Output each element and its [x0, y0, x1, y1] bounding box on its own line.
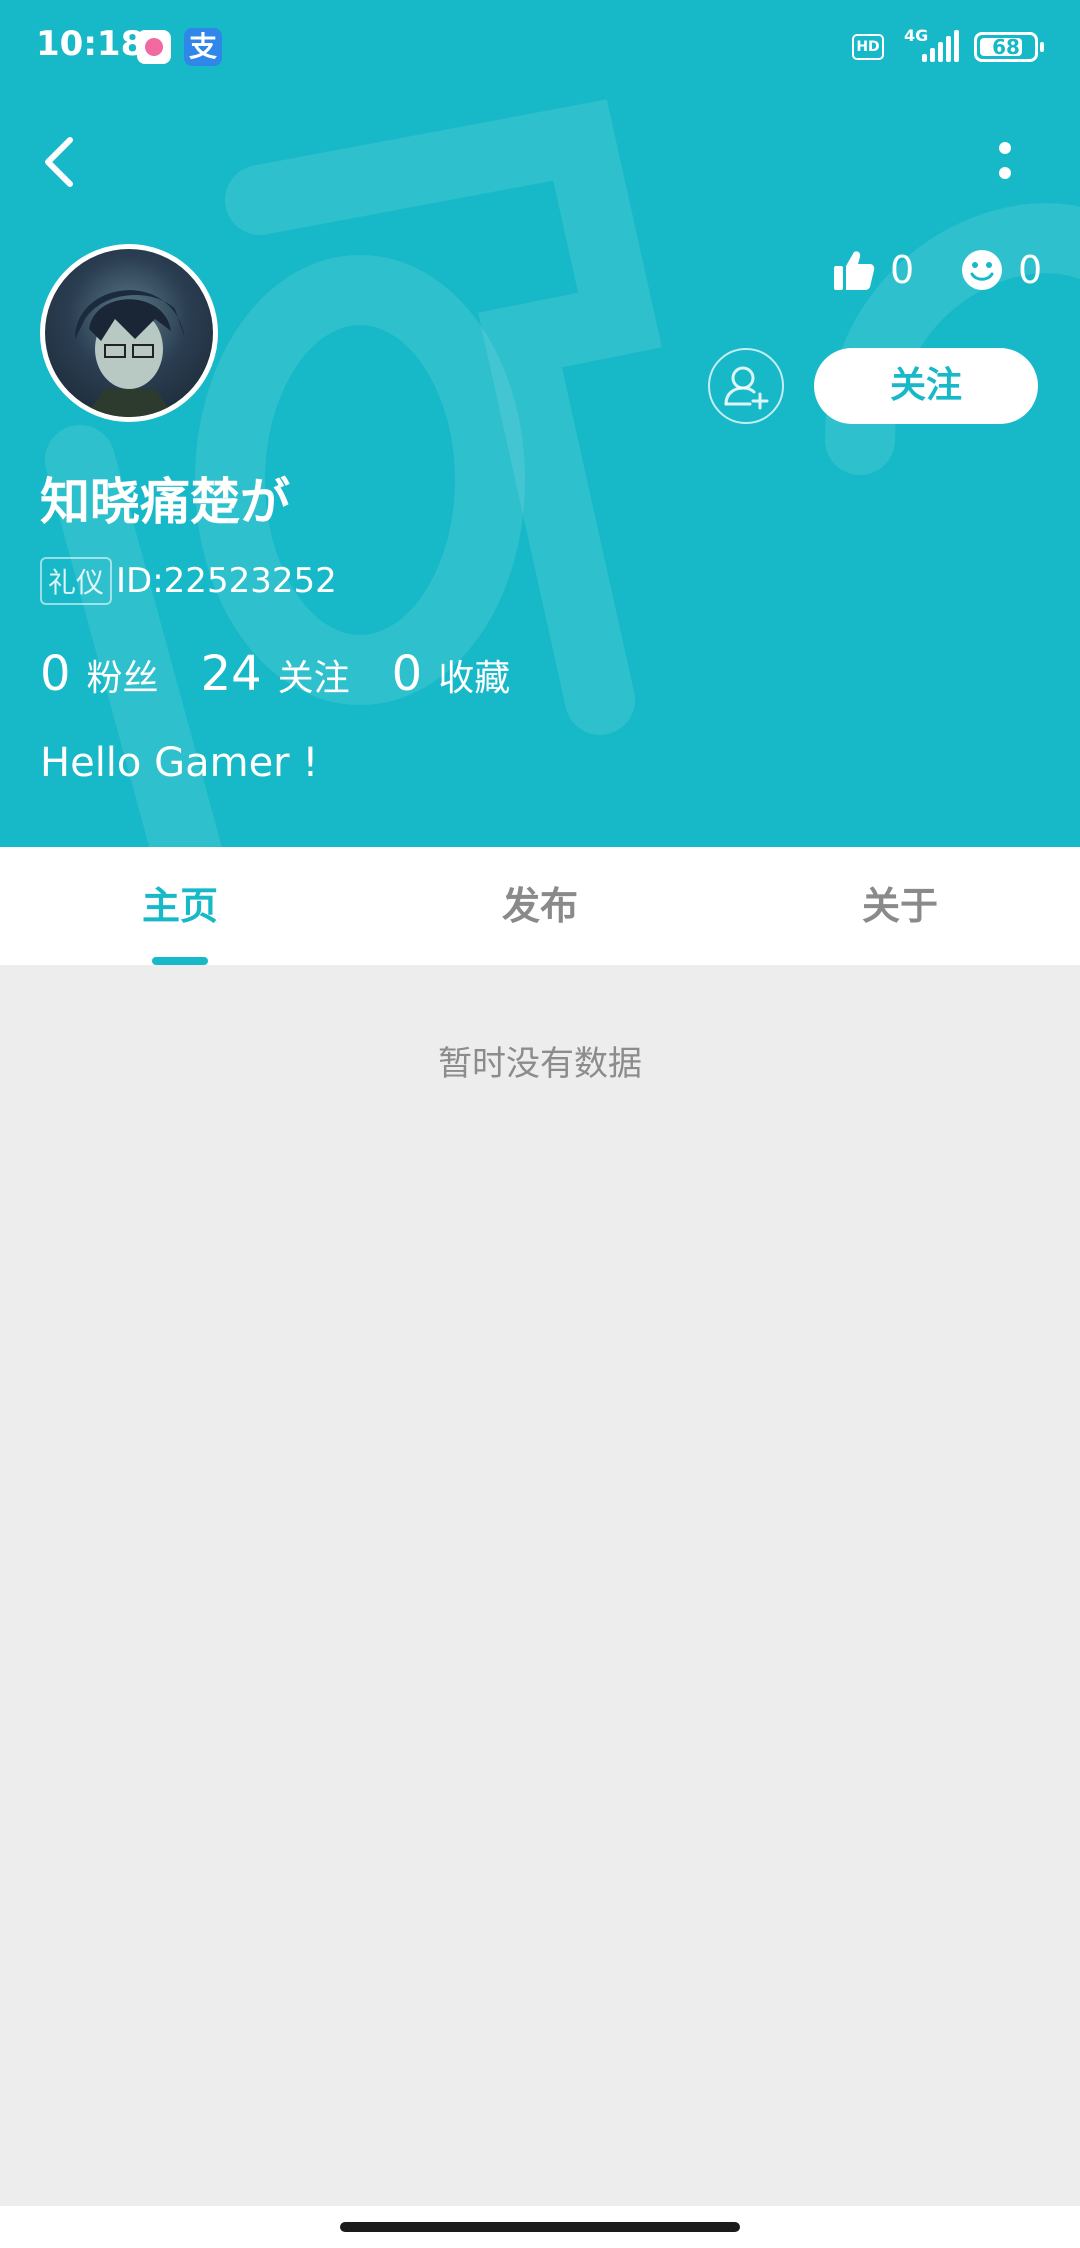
empty-state-message: 暂时没有数据 — [438, 1044, 642, 1084]
stat-following[interactable]: 24 关注 — [201, 646, 350, 702]
back-button[interactable] — [36, 132, 86, 192]
hd-icon: HD — [852, 34, 884, 60]
signal-icon — [922, 30, 962, 62]
stat-label: 粉丝 — [86, 658, 159, 699]
status-time: 10:18 — [36, 24, 145, 64]
tab-about[interactable]: 关于 — [720, 847, 1080, 965]
profile-tabs: 主页 发布 关于 — [0, 847, 1080, 965]
avatar[interactable] — [40, 244, 218, 422]
more-vertical-icon — [999, 142, 1011, 179]
user-bio: Hello Gamer ! — [40, 740, 319, 786]
smile-icon — [962, 250, 1002, 290]
profile-header: 10:18 支 HD 4G 68 0 0 关注 知晓痛楚が 礼仪 ID:2252… — [0, 0, 1080, 847]
tab-label: 主页 — [141, 884, 218, 928]
thumbs-up-icon — [834, 251, 875, 290]
tab-label: 关于 — [861, 884, 938, 928]
smile-count-group[interactable]: 0 — [960, 244, 1042, 296]
like-count-group[interactable]: 0 — [832, 244, 914, 296]
battery-level: 68 — [992, 35, 1020, 59]
tab-label: 发布 — [501, 884, 578, 928]
alipay-notification-icon: 支 — [184, 28, 222, 66]
stat-followers[interactable]: 0 粉丝 — [40, 646, 159, 702]
navigation-bar — [0, 2206, 1080, 2248]
tab-posts[interactable]: 发布 — [360, 847, 720, 965]
tab-home[interactable]: 主页 — [0, 847, 360, 965]
stat-favorites[interactable]: 0 收藏 — [392, 646, 511, 702]
app-notification-icon — [137, 30, 171, 64]
home-indicator[interactable] — [340, 2222, 740, 2232]
tab-active-indicator — [152, 957, 208, 965]
more-options-button[interactable] — [990, 140, 1020, 190]
user-id-row: 礼仪 ID:22523252 — [40, 557, 337, 605]
like-count: 0 — [890, 248, 915, 292]
status-bar: 10:18 支 HD 4G 68 — [0, 0, 1080, 96]
user-id: ID:22523252 — [116, 561, 337, 601]
stat-label: 关注 — [277, 658, 350, 699]
stat-label: 收藏 — [438, 658, 511, 699]
stat-number: 24 — [200, 646, 262, 702]
avatar-image — [75, 290, 185, 417]
stat-number: 0 — [391, 646, 423, 702]
follow-button[interactable]: 关注 — [814, 348, 1038, 424]
username: 知晓痛楚が — [40, 473, 290, 531]
stat-number: 0 — [40, 646, 71, 702]
user-badge[interactable]: 礼仪 — [40, 557, 113, 605]
battery-icon: 68 — [974, 32, 1044, 62]
smile-count: 0 — [1018, 248, 1043, 292]
chevron-left-icon — [45, 137, 73, 187]
add-friend-button[interactable] — [708, 348, 784, 424]
add-user-icon — [724, 366, 769, 410]
taptap-watermark — [45, 99, 1080, 847]
stats-row: 0 粉丝 24 关注 0 收藏 — [40, 646, 552, 702]
